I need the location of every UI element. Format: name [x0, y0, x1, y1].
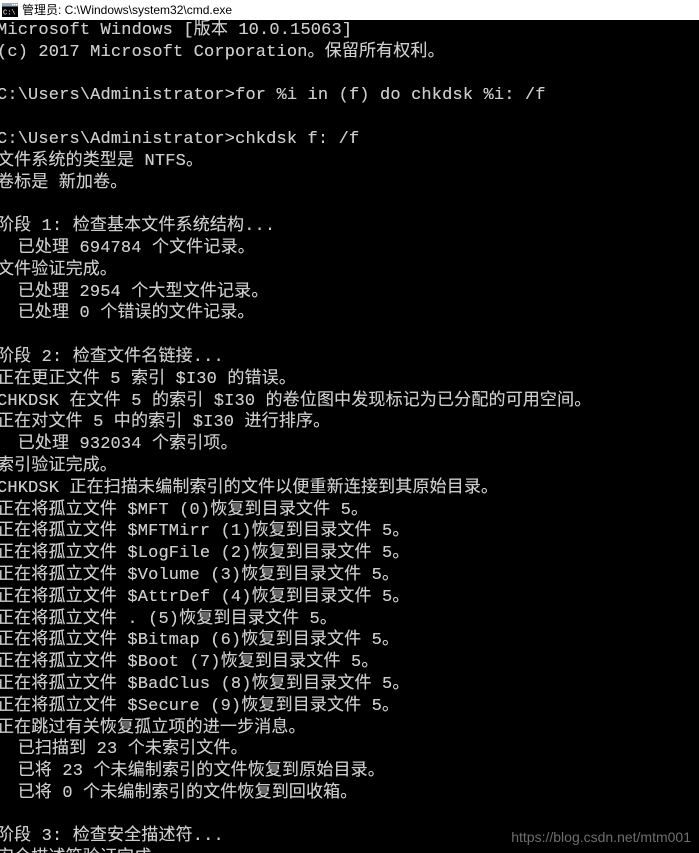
- console-line: C:\Users\Administrator>chkdsk f: /f: [0, 129, 360, 149]
- console-line: 卷标是 新加卷。: [0, 173, 128, 193]
- title-bar[interactable]: C:\ 管理员: C:\Windows\system32\cmd.exe: [0, 0, 699, 20]
- window-title: 管理员: C:\Windows\system32\cmd.exe: [22, 3, 233, 17]
- console-line: C:\Users\Administrator>for %i in (f) do …: [0, 86, 546, 106]
- watermark-text: https://blog.csdn.net/mtm001: [511, 829, 691, 845]
- console-line: 已处理 2954 个大型文件记录。: [0, 282, 269, 302]
- cmd-console-icon: C:\: [2, 3, 18, 18]
- console-line: 索引验证完成。: [0, 456, 118, 476]
- console-line: 正在将孤立文件 $Boot (7)恢复到目录文件 5。: [0, 653, 379, 673]
- console-line: 正在更正文件 5 索引 $I30 的错误。: [0, 369, 296, 389]
- console-line: 正在将孤立文件 $Bitmap (6)恢复到目录文件 5。: [0, 631, 400, 651]
- console-line: 文件验证完成。: [0, 260, 118, 280]
- console-line: (c) 2017 Microsoft Corporation。保留所有权利。: [0, 42, 445, 62]
- console-line: 正在对文件 5 中的索引 $I30 进行排序。: [0, 413, 331, 433]
- console-line-list: Microsoft Windows [版本 10.0.15063] (c) 201…: [0, 20, 699, 853]
- console-line: 正在将孤立文件 $Volume (3)恢复到目录文件 5。: [0, 565, 400, 585]
- console-line: 安全描述符验证完成。: [0, 848, 699, 853]
- console-line: 正在将孤立文件 $MFTMirr (1)恢复到目录文件 5。: [0, 522, 410, 542]
- console-line: 正在将孤立文件 . (5)恢复到目录文件 5。: [0, 609, 338, 629]
- console-line: 正在将孤立文件 $AttrDef (4)恢复到目录文件 5。: [0, 587, 410, 607]
- console-line: Microsoft Windows [版本 10.0.15063]: [0, 21, 353, 40]
- console-line: 阶段 1: 检查基本文件系统结构...: [0, 217, 276, 237]
- console-line: 文件系统的类型是 NTFS。: [0, 151, 204, 171]
- console-line: CHKDSK 在文件 5 的索引 $I30 的卷位图中发现标记为已分配的可用空间…: [0, 391, 592, 411]
- console-line: 阶段 2: 检查文件名链接...: [0, 347, 224, 367]
- console-line: 正在将孤立文件 $BadClus (8)恢复到目录文件 5。: [0, 674, 410, 694]
- console-line: 已处理 694784 个文件记录。: [0, 238, 255, 258]
- console-line: CHKDSK 正在扫描未编制索引的文件以便重新连接到其原始目录。: [0, 478, 499, 498]
- console-line: 已将 23 个未编制索引的文件恢复到原始目录。: [0, 762, 385, 782]
- console-line: 正在跳过有关恢复孤立项的进一步消息。: [0, 718, 306, 738]
- console-line: 已处理 932034 个索引项。: [0, 435, 238, 455]
- console-line: 已扫描到 23 个未索引文件。: [0, 740, 248, 760]
- console-line: 正在将孤立文件 $Secure (9)恢复到目录文件 5。: [0, 696, 400, 716]
- console-line: 已处理 0 个错误的文件记录。: [0, 304, 255, 324]
- console-line: 正在将孤立文件 $MFT (0)恢复到目录文件 5。: [0, 500, 369, 520]
- console-line: 已将 0 个未编制索引的文件恢复到回收箱。: [0, 783, 358, 803]
- svg-text:C:\: C:\: [3, 10, 16, 18]
- cmd-window: C:\ 管理员: C:\Windows\system32\cmd.exe Mic…: [0, 0, 699, 853]
- console-output-area[interactable]: Microsoft Windows [版本 10.0.15063] (c) 201…: [0, 20, 699, 853]
- console-line: 正在将孤立文件 $LogFile (2)恢复到目录文件 5。: [0, 544, 410, 564]
